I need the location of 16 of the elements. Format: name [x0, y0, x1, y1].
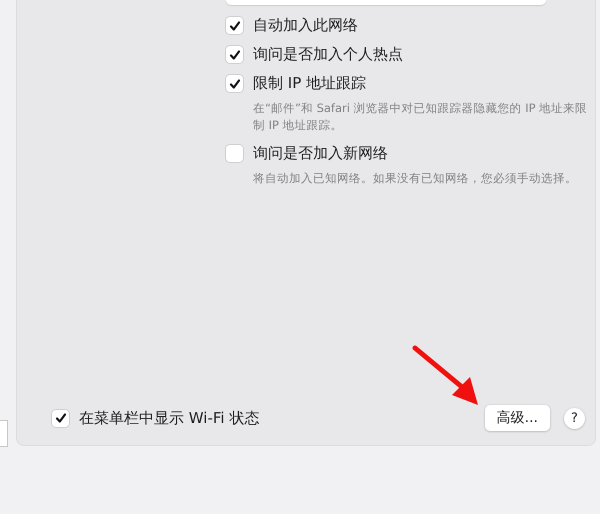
option-label: 在菜单栏中显示 Wi-Fi 状态	[79, 408, 260, 428]
checkbox[interactable]	[226, 75, 243, 92]
option-label: 询问是否加入个人热点	[253, 45, 403, 64]
dropdown-field[interactable]	[226, 0, 546, 5]
option-label: 限制 IP 地址跟踪	[253, 74, 366, 93]
option-label: 自动加入此网络	[253, 16, 358, 35]
option-description: 在“邮件”和 Safari 浏览器中对已知跟踪器隐藏您的 IP 地址来限制 IP 地址跟踪。	[253, 100, 588, 134]
checkbox[interactable]	[52, 410, 69, 426]
checkbox[interactable]	[226, 145, 243, 162]
advanced-button[interactable]: 高级...	[484, 405, 550, 431]
checkbox[interactable]	[226, 46, 243, 63]
help-button[interactable]: ?	[564, 408, 585, 428]
checkbox[interactable]	[226, 17, 243, 34]
option-label: 询问是否加入新网络	[253, 144, 388, 163]
option-description: 将自动加入已知网络。如果没有已知网络，您必须手动选择。	[253, 170, 578, 187]
sidebar-pane	[0, 420, 8, 447]
